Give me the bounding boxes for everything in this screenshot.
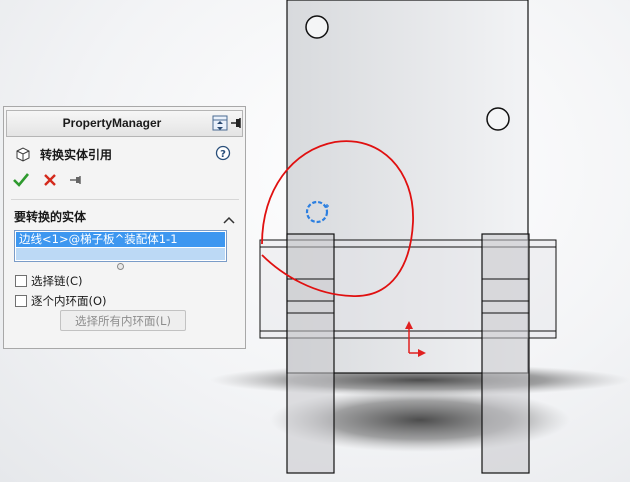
select-chain-checkbox[interactable] [15,275,27,287]
selection-list-empty-row[interactable] [16,248,225,260]
chevron-up-icon[interactable] [223,210,235,229]
plate-hole-right[interactable] [486,107,510,131]
section-divider [11,199,239,200]
property-manager-panel: PropertyManager 转换实体引用 ? 要转换的实体 边线<1>@梯子… [3,106,246,349]
cancel-x-icon[interactable] [41,171,59,193]
action-buttons [12,171,112,191]
plate-hole-top[interactable] [305,15,329,39]
convert-entities-icon [14,145,32,167]
select-chain-label[interactable]: 选择链(C) [31,273,83,289]
selection-list[interactable]: 边线<1>@梯子板^装配体1-1 [14,230,227,262]
property-manager-header: PropertyManager [6,110,243,137]
pin-icon[interactable] [230,115,244,135]
leg-left[interactable] [286,233,335,474]
svg-text:?: ? [220,149,226,160]
each-inner-loop-label[interactable]: 逐个内环面(O) [31,293,107,309]
ok-check-icon[interactable] [12,171,30,193]
feature-heading: 转换实体引用 ? [14,145,239,165]
select-all-inner-loops-button[interactable]: 选择所有内环面(L) [60,310,186,331]
leg-right[interactable] [481,233,530,474]
selection-group-title: 要转换的实体 [14,210,87,224]
feature-title: 转换实体引用 [40,148,113,162]
each-inner-loop-checkbox[interactable] [15,295,27,307]
selection-list-item[interactable]: 边线<1>@梯子板^装配体1-1 [16,232,225,247]
list-resize-handle[interactable] [117,263,124,270]
help-icon[interactable]: ? [215,145,231,165]
property-manager-title: PropertyManager [62,116,162,130]
tree-toggle-icon[interactable] [212,115,228,135]
pushpin-icon[interactable] [68,171,86,193]
